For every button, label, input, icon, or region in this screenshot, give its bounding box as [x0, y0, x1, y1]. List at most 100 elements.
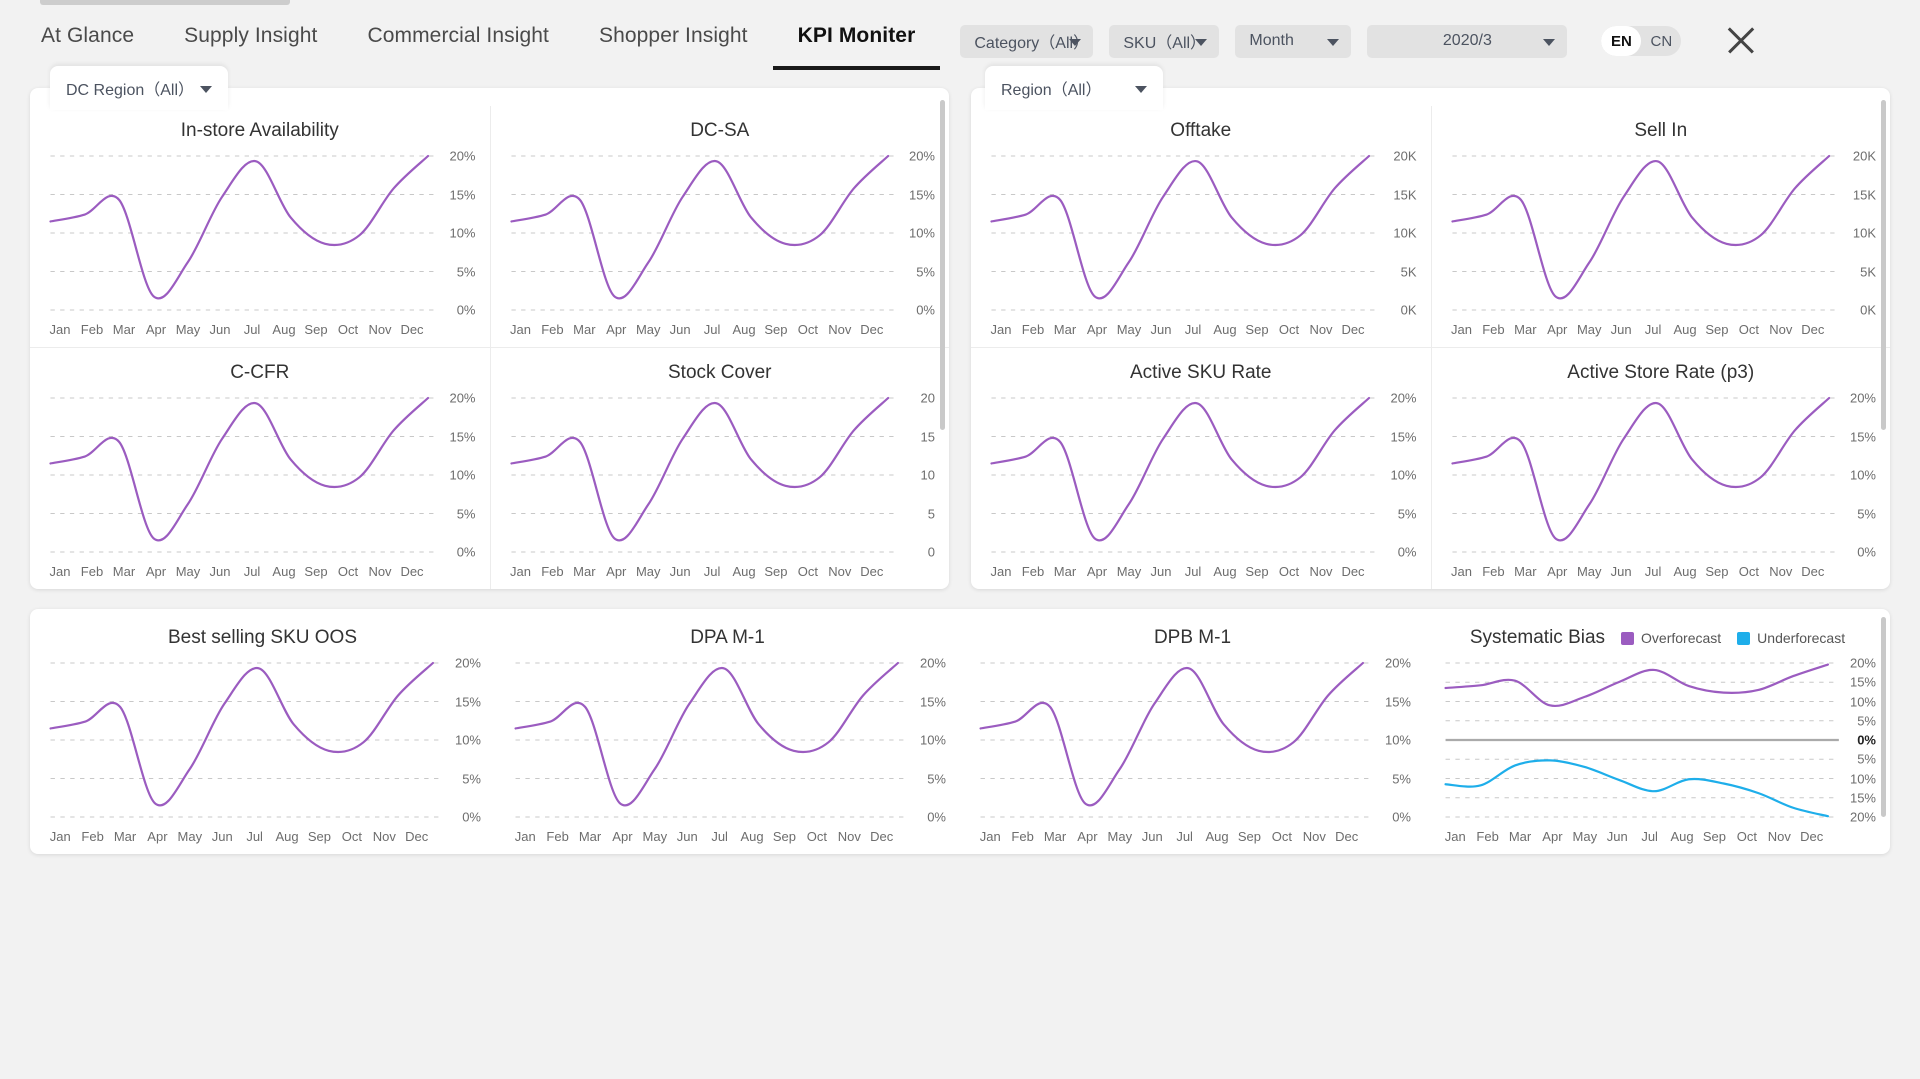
- chevron-down-icon: [1543, 39, 1556, 46]
- x-axis-tick-label: Feb: [546, 829, 569, 844]
- x-axis-tick-label: Dec: [1341, 564, 1365, 579]
- x-axis-tick-label: Jun: [1606, 829, 1628, 844]
- chart-title: Sell In: [1446, 120, 1877, 148]
- x-axis-tick-label: Dec: [1801, 322, 1825, 337]
- x-axis-tick-label: Oct: [797, 322, 819, 337]
- chevron-down-icon: [1195, 39, 1208, 46]
- x-axis-tick-label: Feb: [1482, 564, 1505, 579]
- period-select[interactable]: Month: [1235, 24, 1352, 58]
- x-axis-tick-label: Jul: [1176, 829, 1193, 844]
- x-axis-tick-label: Dec: [870, 829, 894, 844]
- x-axis-tick-label: Jun: [209, 564, 231, 579]
- tab-commercial-insight[interactable]: Commercial Insight: [342, 12, 574, 70]
- x-axis-tick-label: Sep: [764, 564, 788, 579]
- x-axis-tick-label: Jul: [243, 322, 261, 337]
- x-axis-tick-label: Aug: [1673, 564, 1697, 579]
- x-axis-tick-label: Apr: [612, 829, 633, 844]
- year-month-select-label: 2020/3: [1442, 32, 1492, 49]
- x-axis-tick-label: Feb: [1011, 829, 1034, 844]
- x-axis-tick-label: Jul: [1644, 322, 1662, 337]
- bottom-panel-row: Best selling SKU OOS 0% 5% 10% 15% 20% Jan Feb M…: [0, 609, 1920, 854]
- x-axis-tick-label: Sep: [1705, 322, 1729, 337]
- bottom-panel: Best selling SKU OOS 0% 5% 10% 15% 20% Jan Feb M…: [30, 609, 1890, 854]
- tab-shopper-insight[interactable]: Shopper Insight: [574, 12, 773, 70]
- x-axis-tick-label: Dec: [1800, 829, 1824, 844]
- x-axis-tick-label: May: [635, 564, 661, 579]
- x-axis-tick-label: Jun: [1150, 564, 1172, 579]
- chevron-down-icon: [1135, 86, 1147, 93]
- x-axis-tick-label: Mar: [573, 322, 596, 337]
- x-axis-tick-label: Oct: [1736, 829, 1757, 844]
- language-option-en[interactable]: EN: [1601, 26, 1642, 56]
- x-axis-tick-label: May: [1116, 322, 1142, 337]
- x-axis-tick-label: Feb: [1021, 564, 1045, 579]
- tab-at-glance[interactable]: At Glance: [16, 12, 159, 70]
- x-axis-tick-label: May: [1116, 564, 1142, 579]
- x-axis-tick-label: Mar: [1514, 564, 1537, 579]
- x-axis-tick-label: Sep: [764, 322, 788, 337]
- browser-tab-stub: [40, 0, 290, 5]
- x-axis-tick-label: May: [1576, 322, 1602, 337]
- x-axis-labels: Jan Feb Mar Apr May Jun Jul Aug Sep Oct Nov Dec: [44, 318, 476, 337]
- chevron-down-icon: [1069, 39, 1082, 46]
- chart-cell: C-CFR 0% 5% 10% 15% 20% Jan Feb Mar Apr May Jun Jul A…: [30, 347, 490, 589]
- x-axis-tick-label: May: [1576, 564, 1602, 579]
- legend-swatch-icon: [1737, 631, 1751, 645]
- dc-region-select[interactable]: DC Region（All）: [50, 66, 228, 110]
- year-month-select[interactable]: 2020/3: [1367, 24, 1568, 58]
- x-axis-tick-label: Oct: [1738, 564, 1760, 579]
- x-axis-tick-label: Dec: [860, 564, 884, 579]
- x-axis-tick-label: Jan: [509, 564, 531, 579]
- chart-plot-area: 0 5 10 15 20: [505, 390, 935, 560]
- bottom-panel-scrollbar[interactable]: [1881, 617, 1886, 817]
- x-axis-tick-label: Jan: [49, 564, 71, 579]
- x-axis-tick-label: May: [635, 322, 661, 337]
- close-icon[interactable]: [1721, 20, 1761, 60]
- region-select[interactable]: Region（All）: [985, 66, 1163, 110]
- chart-legend-item[interactable]: Underforecast: [1737, 630, 1845, 646]
- x-axis-tick-label: Sep: [1245, 564, 1269, 579]
- tab-supply-insight[interactable]: Supply Insight: [159, 12, 342, 70]
- chart-title: Stock Cover: [505, 362, 936, 390]
- x-axis-tick-label: Jun: [676, 829, 698, 844]
- dc-region-select-label: DC Region（All）: [66, 82, 195, 99]
- chart-title-text: In-store Availability: [180, 120, 339, 141]
- chart-title: Active SKU Rate: [985, 362, 1417, 390]
- x-axis-tick-label: Mar: [578, 829, 602, 844]
- x-axis-tick-label: Nov: [837, 829, 861, 844]
- language-option-cn[interactable]: CN: [1641, 26, 1681, 56]
- x-axis-tick-label: Jan: [990, 564, 1012, 579]
- bottom-panel-chart-grid: Best selling SKU OOS 0% 5% 10% 15% 20% Jan Feb M…: [30, 613, 1890, 854]
- x-axis-tick-label: Dec: [405, 829, 429, 844]
- x-axis-tick-label: Apr: [147, 829, 168, 844]
- x-axis-tick-label: Jul: [1184, 322, 1202, 337]
- chart-legend-item[interactable]: Overforecast: [1621, 630, 1721, 646]
- sku-select[interactable]: SKU（All）: [1109, 24, 1220, 58]
- x-axis-labels: Jan Feb Mar Apr May Jun Jul Aug Sep Oct Nov Dec: [985, 318, 1417, 337]
- legend-swatch-icon: [1621, 631, 1635, 645]
- x-axis-tick-label: Jun: [1610, 564, 1632, 579]
- x-axis-tick-label: Mar: [1053, 322, 1077, 337]
- x-axis-tick-label: Jun: [669, 564, 691, 579]
- chevron-down-icon: [200, 86, 212, 93]
- tab-kpi-moniter[interactable]: KPI Moniter: [772, 12, 941, 70]
- chart-plot-area: 0% 5% 10% 15% 20%: [509, 655, 946, 825]
- x-axis-tick-label: Mar: [1514, 322, 1537, 337]
- x-axis-tick-label: Aug: [1673, 322, 1697, 337]
- x-axis-tick-label: Feb: [80, 564, 104, 579]
- x-axis-tick-label: May: [1107, 829, 1133, 844]
- chart-cell: In-store Availability 0% 5% 10% 15% 20% Jan Feb…: [30, 106, 490, 347]
- category-select[interactable]: Category（All）: [960, 24, 1094, 58]
- x-axis-tick-label: Sep: [304, 564, 328, 579]
- x-axis-tick-label: Aug: [1213, 564, 1237, 579]
- x-axis-tick-label: Jun: [211, 829, 233, 844]
- left-panel-scrollbar[interactable]: [940, 100, 945, 430]
- x-axis-labels: Jan Feb Mar Apr May Jun Jul Aug Sep Oct Nov Dec: [509, 825, 946, 844]
- region-select-label: Region（All）: [1001, 82, 1102, 99]
- chart-title: DPB M-1: [974, 627, 1411, 655]
- language-toggle[interactable]: EN CN: [1601, 26, 1682, 56]
- right-panel-scrollbar[interactable]: [1881, 100, 1886, 430]
- chart-cell: DC-SA 0% 5% 10% 15% 20% Jan Feb Mar Apr May Jun Jul A…: [489, 106, 950, 347]
- chart-title-text: Offtake: [1170, 120, 1232, 141]
- x-axis-tick-label: Dec: [1335, 829, 1359, 844]
